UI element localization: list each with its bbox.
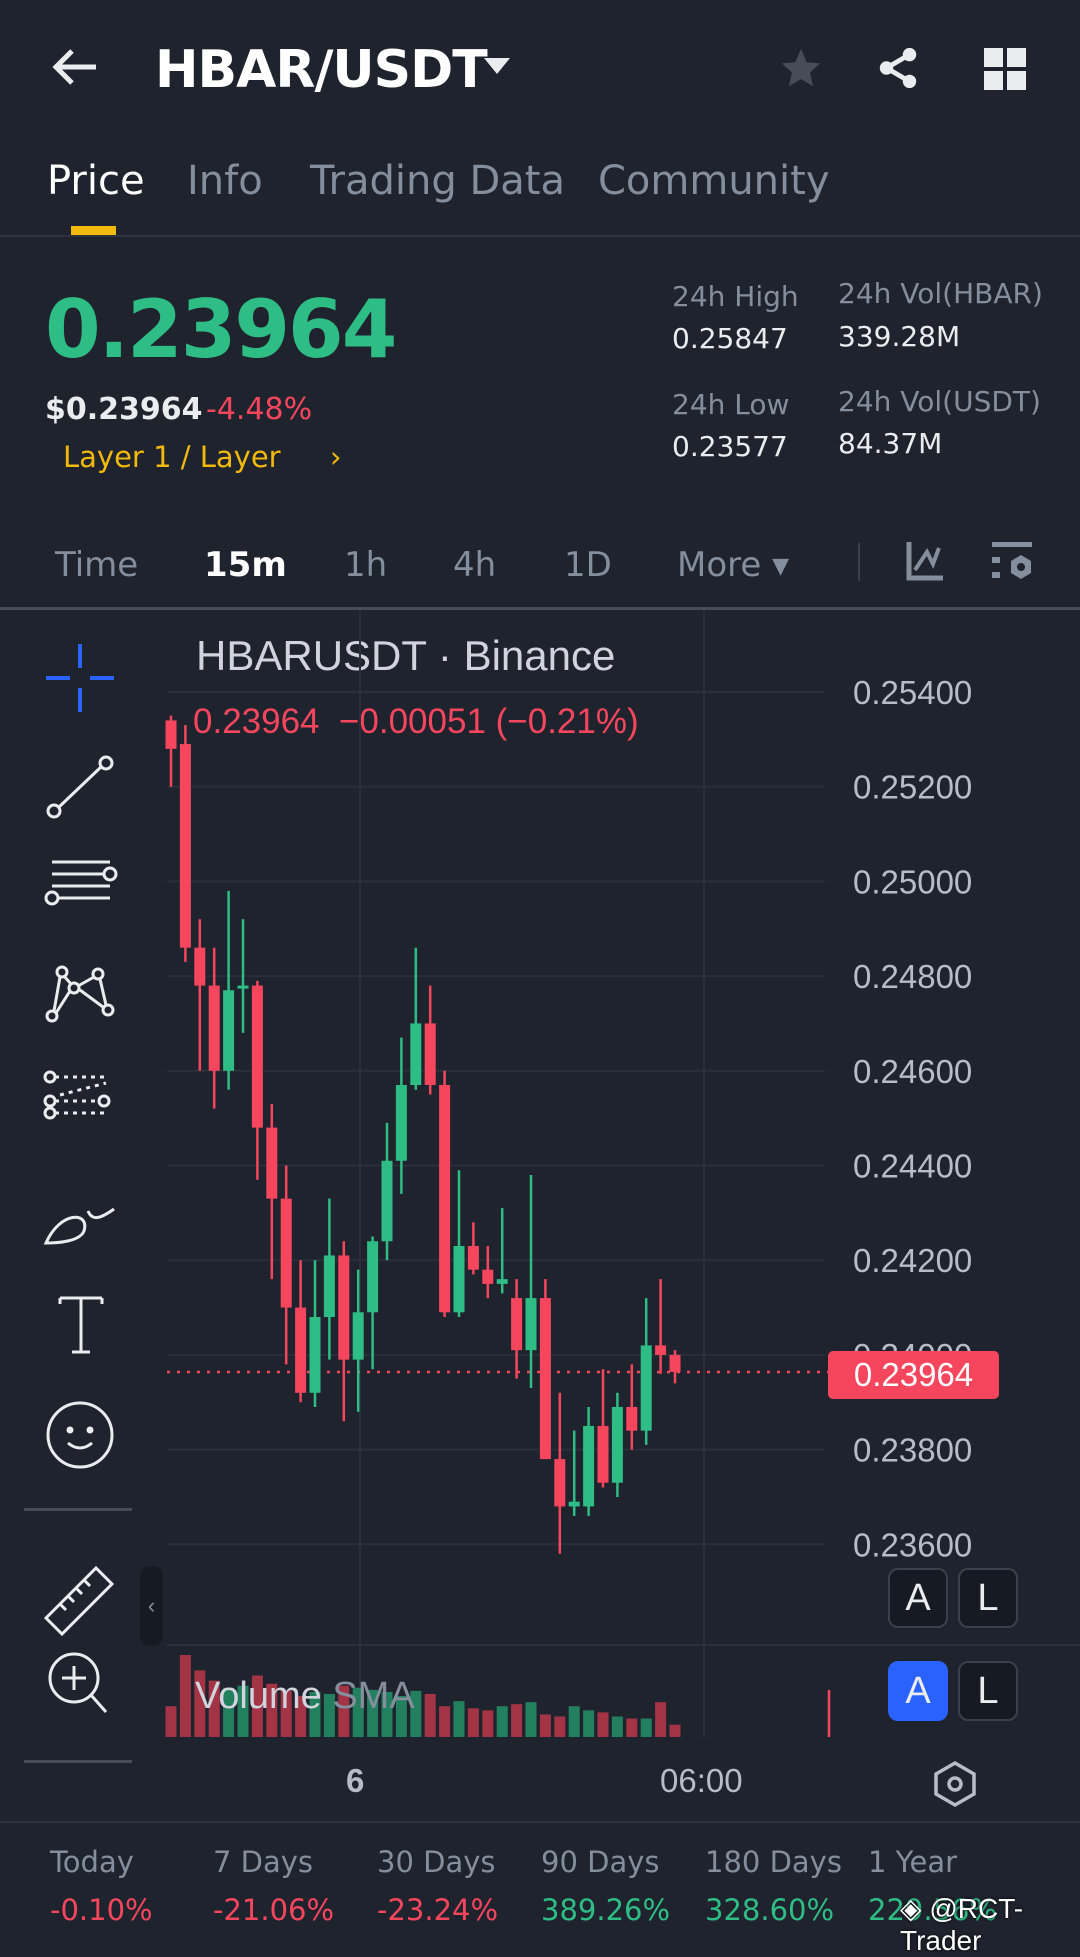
volume-bar — [496, 1706, 508, 1737]
volume-label: Volume — [195, 1675, 322, 1717]
volume-bar — [165, 1706, 177, 1737]
candle-body — [424, 1023, 436, 1086]
volume-bar — [640, 1718, 652, 1737]
candle-body — [237, 985, 249, 989]
performance-value: -21.06% — [213, 1893, 335, 1927]
performance-value: 328.60% — [705, 1893, 835, 1927]
volume-bar — [568, 1706, 580, 1737]
volume-bar — [453, 1701, 465, 1737]
candle-body — [395, 1085, 407, 1161]
performance-value: -23.24% — [377, 1893, 499, 1927]
performance-label: 1 Year — [868, 1845, 958, 1879]
candle-body — [467, 1245, 479, 1270]
candlestick-chart[interactable]: 0.25400 0.25200 0.25000 0.24800 0.24600 0.244… — [0, 0, 1080, 1945]
candle-body — [381, 1160, 393, 1242]
candle-body — [295, 1307, 307, 1393]
y-axis-tick: 0.25000 — [853, 863, 972, 900]
volume-bar — [626, 1718, 638, 1737]
y-axis-tick: 0.24400 — [853, 1148, 972, 1185]
candle-body — [179, 744, 191, 948]
candle-body — [511, 1298, 523, 1351]
candle-body — [410, 1023, 422, 1086]
candle-body — [655, 1345, 667, 1355]
candle-body — [626, 1406, 638, 1431]
candle-body — [251, 985, 263, 1128]
performance-label: Today — [50, 1845, 134, 1879]
binance-logo-icon: ◈ — [900, 1893, 922, 1924]
volume-bar — [525, 1702, 537, 1737]
y-axis-tick: 0.23800 — [853, 1432, 972, 1469]
volume-bar — [482, 1710, 494, 1737]
volume-bar — [583, 1710, 595, 1737]
candle-body — [539, 1298, 551, 1460]
performance-label: 180 Days — [705, 1845, 842, 1879]
volume-bar — [655, 1702, 667, 1737]
candle-body — [338, 1255, 350, 1360]
performance-label: 30 Days — [377, 1845, 496, 1879]
volume-bar — [669, 1724, 681, 1737]
x-axis-label: 6 — [346, 1762, 365, 1799]
candle-body — [496, 1279, 508, 1284]
volume-bar — [554, 1716, 566, 1737]
volume-auto-scale-button[interactable]: A — [888, 1661, 948, 1721]
volume-bar — [467, 1708, 479, 1737]
candle-body — [568, 1501, 580, 1507]
watermark: ◈ @RCT-Trader — [900, 1892, 1080, 1957]
y-axis-tick: 0.23600 — [853, 1526, 972, 1563]
volume-log-scale-button[interactable]: L — [958, 1661, 1018, 1721]
volume-bar — [424, 1693, 436, 1737]
candle-body — [367, 1241, 379, 1313]
volume-bar — [539, 1714, 551, 1737]
volume-bar — [179, 1655, 191, 1737]
candle-body — [554, 1459, 566, 1507]
y-axis-tick: 0.24600 — [853, 1053, 972, 1090]
candle-body — [439, 1085, 451, 1313]
current-price-tag: 0.23964 — [828, 1351, 999, 1399]
performance-label: 90 Days — [541, 1845, 660, 1879]
candle-body — [640, 1345, 652, 1431]
x-axis-label: 06:00 — [660, 1762, 743, 1799]
candle-body — [453, 1245, 465, 1313]
candle-body — [669, 1354, 681, 1372]
candle-body — [482, 1269, 494, 1284]
chart-settings-hex-icon[interactable] — [932, 1760, 978, 1813]
candle-body — [194, 947, 206, 986]
volume-bar — [439, 1706, 451, 1737]
performance-value: 389.26% — [541, 1893, 671, 1927]
candle-body — [208, 985, 220, 1071]
candle-body — [352, 1312, 364, 1360]
bottom-divider — [0, 1821, 1080, 1823]
candle-body — [223, 990, 235, 1071]
y-axis-tick: 0.25200 — [853, 769, 972, 806]
performance-value: -0.10% — [50, 1893, 153, 1927]
volume-bar — [511, 1704, 523, 1737]
y-axis-tick: 0.24800 — [853, 958, 972, 995]
candle-body — [323, 1255, 335, 1318]
candle-body — [165, 720, 177, 749]
y-axis-tick: 0.25400 — [853, 674, 972, 711]
candle-body — [583, 1425, 595, 1507]
candle-body — [597, 1425, 609, 1483]
volume-sma-label: SMA — [332, 1675, 415, 1717]
candle-body — [309, 1317, 321, 1393]
candle-body — [525, 1298, 537, 1351]
volume-bar — [611, 1716, 623, 1737]
y-axis-tick: 0.24200 — [853, 1242, 972, 1279]
log-scale-button[interactable]: L — [958, 1568, 1018, 1628]
auto-scale-button[interactable]: A — [888, 1568, 948, 1628]
performance-label: 7 Days — [213, 1845, 314, 1879]
volume-bar — [597, 1712, 609, 1737]
candle-body — [611, 1406, 623, 1483]
candle-body — [266, 1127, 278, 1199]
volume-legend: Volume SMA — [195, 1675, 415, 1718]
candle-body — [280, 1198, 292, 1308]
